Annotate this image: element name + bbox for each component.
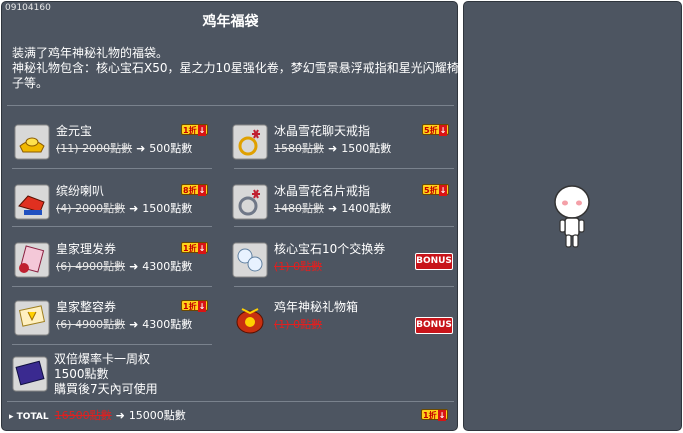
bonus-badge: BONUS: [415, 317, 453, 334]
divider: [234, 168, 454, 169]
double-drop-card-icon: [12, 356, 48, 392]
original-price: (1) 0點數: [274, 260, 323, 273]
arrow-right-icon: ➜: [115, 409, 125, 422]
item-name: 缤纷喇叭: [56, 184, 105, 198]
original-price: 1480點數: [274, 202, 324, 215]
total-discount-badge: 1折 ↓: [421, 409, 449, 421]
package-item-mystery-gift-box[interactable]: 鸡年神秘礼物箱 (1) 0點數 BONUS: [232, 298, 453, 348]
arrow-right-icon: ➜: [136, 142, 146, 155]
divider: [12, 168, 212, 169]
divider: [7, 401, 454, 402]
bonus-badge: BONUS: [415, 253, 453, 270]
arrow-right-icon: ➜: [328, 202, 338, 215]
original-price: (1) 0點數: [274, 318, 323, 331]
divider: [234, 286, 454, 287]
down-arrow-icon: ↓: [438, 185, 448, 196]
description-line: 神秘礼物包含：核心宝石X50，星之力10星强化卷，梦幻雪景悬浮戒指和星光闪耀椅: [12, 61, 459, 75]
divider: [12, 226, 212, 227]
discount-badge: 1折 ↓: [181, 124, 209, 136]
package-item-snowflake-namecard-ring[interactable]: 冰晶雪花名片戒指 1480點數 ➜ 1400點數 5折 ↓: [232, 182, 452, 232]
package-item-core-gem-coupon[interactable]: 核心宝石10个交换券 (1) 0點數 BONUS: [232, 240, 453, 290]
original-price: (11) 2000點數: [56, 142, 133, 155]
item-name: 冰晶雪花名片戒指: [274, 184, 371, 198]
down-arrow-icon: ↓: [197, 301, 207, 312]
item-name: 冰晶雪花聊天戒指: [274, 124, 371, 138]
royal-face-coupon-icon: [14, 300, 50, 336]
item-title: 鸡年福袋: [202, 14, 259, 30]
package-item-colorful-megaphone[interactable]: 缤纷喇叭 (4) 2000點數 ➜ 1500點數 8折 ↓: [14, 182, 234, 232]
divider: [12, 286, 212, 287]
total-row: ▸ TOTAL 16500點數 ➜ 15000點數: [9, 407, 186, 423]
original-price: 1580點數: [274, 142, 324, 155]
gold-ingot-icon: [14, 124, 50, 160]
arrow-right-icon: ➜: [129, 260, 139, 273]
item-name: 核心宝石10个交换券: [274, 242, 386, 256]
item-name: 皇家理发券: [56, 242, 117, 256]
item-name: 皇家整容券: [56, 300, 117, 314]
total-original-price: 16500點數: [54, 409, 112, 422]
down-arrow-icon: ↓: [197, 125, 207, 136]
description-line: 子等。: [12, 76, 49, 90]
total-label: ▸ TOTAL: [9, 412, 49, 422]
total-price: 15000點數: [128, 409, 186, 422]
snowflake-chat-ring-icon: [232, 124, 268, 160]
item-name: 鸡年神秘礼物箱: [274, 300, 359, 314]
sale-price: 1500點數: [142, 202, 193, 215]
arrow-right-icon: ➜: [129, 202, 139, 215]
sale-price: 4300點數: [142, 260, 193, 273]
package-item-royal-hair-coupon[interactable]: 皇家理发券 (6) 4900點數 ➜ 4300點數 1折 ↓: [14, 240, 234, 290]
divider: [234, 226, 454, 227]
package-item-snowflake-chat-ring[interactable]: 冰晶雪花聊天戒指 1580點數 ➜ 1500點數 5折 ↓: [232, 122, 452, 172]
character-avatar: [554, 185, 590, 248]
discount-badge: 1折 ↓: [181, 300, 209, 312]
discount-badge: 8折 ↓: [181, 184, 209, 196]
royal-hair-coupon-icon: [14, 242, 50, 278]
discount-badge: 1折 ↓: [181, 242, 209, 254]
down-arrow-icon: ↓: [197, 243, 207, 254]
discount-badge: 5折 ↓: [422, 184, 450, 196]
package-item-royal-face-coupon[interactable]: 皇家整容券 (6) 4900點數 ➜ 4300點數 1折 ↓: [14, 298, 234, 348]
divider: [12, 344, 212, 345]
snowflake-namecard-ring-icon: [232, 184, 268, 220]
original-price: (6) 4900點數: [56, 260, 126, 273]
discount-badge: 5折 ↓: [422, 124, 450, 136]
sale-price: 1400點數: [341, 202, 392, 215]
core-gem-coupon-icon: [232, 242, 268, 278]
divider: [7, 105, 454, 106]
colorful-megaphone-icon: [14, 184, 50, 220]
description-line: 装满了鸡年神秘礼物的福袋。: [12, 46, 169, 60]
sale-price: 500點數: [149, 142, 193, 155]
item-name: 金元宝: [56, 124, 93, 138]
usage-note: 購買後7天內可使用: [54, 382, 158, 396]
original-price: (6) 4900點數: [56, 318, 126, 331]
original-price: (4) 2000點數: [56, 202, 126, 215]
arrow-right-icon: ➜: [129, 318, 139, 331]
mystery-gift-box-icon: [236, 308, 264, 334]
package-item-gold-ingot[interactable]: 金元宝 (11) 2000點數 ➜ 500點數 1折 ↓: [14, 122, 234, 172]
down-arrow-icon: ↓: [438, 125, 448, 136]
down-arrow-icon: ↓: [437, 410, 447, 421]
sale-price: 4300點數: [142, 318, 193, 331]
item-tooltip-panel: 09104160 鸡年福袋 装满了鸡年神秘礼物的福袋。 神秘礼物包含：核心宝石X…: [1, 1, 459, 431]
sale-price: 1500點數: [341, 142, 392, 155]
item-description: 装满了鸡年神秘礼物的福袋。 神秘礼物包含：核心宝石X50，星之力10星强化卷，梦…: [12, 46, 459, 91]
arrow-right-icon: ➜: [328, 142, 338, 155]
down-arrow-icon: ↓: [197, 185, 207, 196]
character-preview-panel: [463, 1, 682, 431]
